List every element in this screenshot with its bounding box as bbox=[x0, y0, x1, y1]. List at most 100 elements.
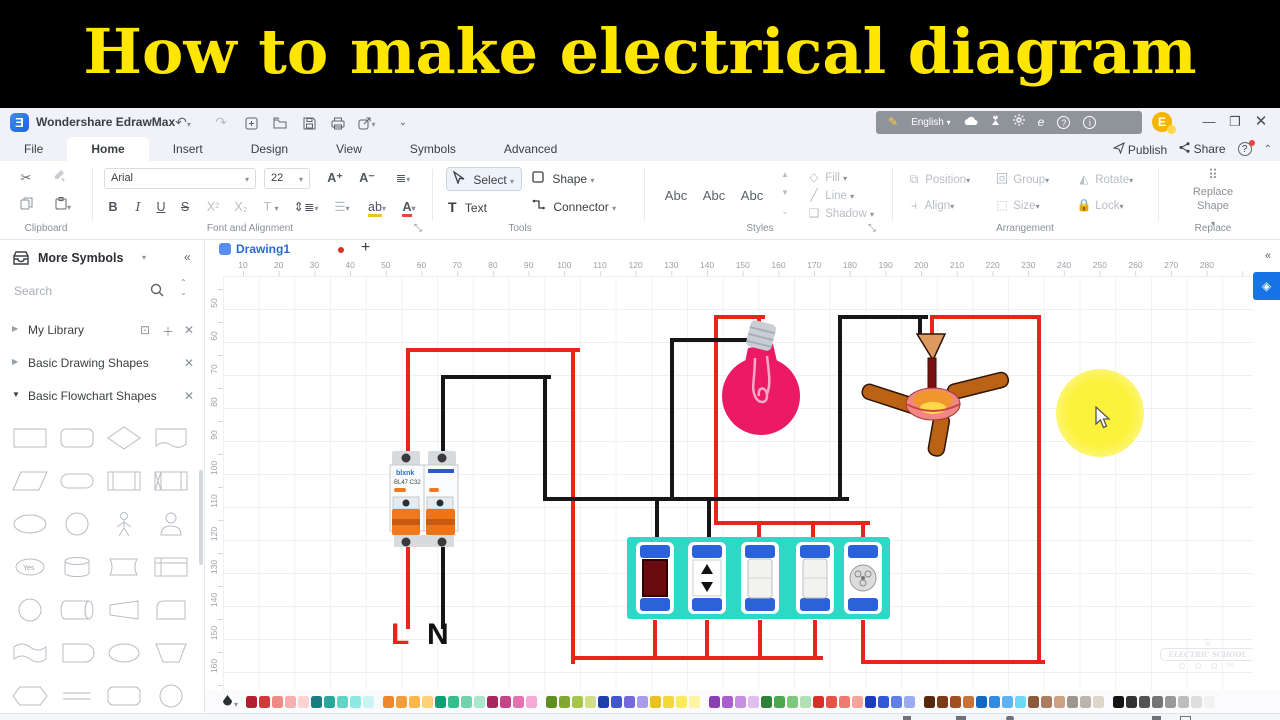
new-tab-button[interactable]: + bbox=[361, 240, 370, 257]
symbol-lines[interactable] bbox=[53, 674, 100, 712]
style-preset[interactable]: Abc bbox=[660, 185, 692, 207]
undo-button[interactable]: ↶▾ bbox=[172, 112, 194, 133]
superscript-button[interactable]: X² bbox=[202, 197, 224, 217]
color-swatch[interactable] bbox=[774, 695, 786, 708]
toolbar-customize-button[interactable]: ⌄ bbox=[392, 112, 414, 133]
search-prev-icon[interactable]: ⌃ bbox=[180, 278, 187, 287]
subscript-button[interactable]: X₂ bbox=[230, 197, 252, 217]
symbol-round-right[interactable] bbox=[53, 631, 100, 674]
menu-home[interactable]: Home bbox=[67, 137, 149, 161]
symbol-curved[interactable] bbox=[100, 545, 147, 588]
more-symbols-dropdown-icon[interactable]: ▾ bbox=[142, 253, 146, 262]
close-button[interactable]: ✕ bbox=[1248, 114, 1274, 132]
color-swatch[interactable] bbox=[950, 695, 962, 708]
symbol-trapezoid[interactable] bbox=[100, 588, 147, 631]
color-swatch[interactable] bbox=[526, 695, 538, 708]
ribbon-help-icon[interactable]: ? bbox=[1237, 140, 1255, 156]
color-swatch[interactable] bbox=[324, 695, 336, 708]
live-wire-segment[interactable] bbox=[571, 656, 823, 660]
styles-up-icon[interactable]: ▲ bbox=[778, 165, 792, 185]
import-library-icon[interactable]: ⊡ bbox=[140, 323, 150, 337]
color-swatch[interactable] bbox=[1015, 695, 1027, 708]
neutral-wire-segment[interactable] bbox=[838, 315, 842, 501]
color-swatch[interactable] bbox=[637, 695, 649, 708]
color-swatch[interactable] bbox=[383, 695, 395, 708]
font-color-button[interactable]: A▾ bbox=[396, 197, 422, 217]
color-swatch[interactable] bbox=[963, 695, 975, 708]
symbol-person[interactable] bbox=[100, 502, 147, 545]
size-button[interactable]: ⬚ Size▾ bbox=[994, 195, 1039, 217]
menu-design[interactable]: Design bbox=[227, 137, 312, 161]
text-tool[interactable]: T Text bbox=[448, 195, 508, 219]
color-swatch[interactable] bbox=[1113, 695, 1125, 708]
symbol-wave[interactable] bbox=[6, 631, 53, 674]
color-swatch[interactable] bbox=[1152, 695, 1164, 708]
color-swatch[interactable] bbox=[1165, 695, 1177, 708]
live-wire-segment[interactable] bbox=[813, 620, 817, 660]
color-swatch[interactable] bbox=[448, 695, 460, 708]
color-swatch[interactable] bbox=[1028, 695, 1040, 708]
close-section-icon[interactable]: ✕ bbox=[184, 356, 194, 370]
strikethrough-button[interactable]: S bbox=[176, 197, 194, 217]
menu-symbols[interactable]: Symbols bbox=[386, 137, 480, 161]
collapse-sidebar-icon[interactable]: « bbox=[184, 250, 191, 264]
document-tab[interactable]: Drawing1 bbox=[236, 242, 290, 256]
close-library-icon[interactable]: ✕ bbox=[184, 323, 194, 337]
align-text-icon[interactable]: ≣▾ bbox=[388, 168, 418, 188]
live-wire-segment[interactable] bbox=[653, 620, 657, 660]
live-wire-segment[interactable] bbox=[758, 620, 762, 660]
color-swatch[interactable] bbox=[1080, 695, 1092, 708]
connector-tool[interactable]: Connector ▾ bbox=[532, 195, 628, 219]
new-document-button[interactable] bbox=[240, 112, 262, 133]
color-swatch[interactable] bbox=[813, 695, 825, 708]
sidebar-scrollbar[interactable] bbox=[199, 470, 203, 565]
align-button[interactable]: ⫞ Align▾ bbox=[906, 195, 954, 217]
color-swatch[interactable] bbox=[350, 695, 362, 708]
search-next-icon[interactable]: ⌄ bbox=[180, 288, 187, 297]
light-bulb[interactable] bbox=[715, 318, 807, 436]
help-icon[interactable]: ? bbox=[1057, 116, 1071, 129]
neutral-wire-segment[interactable] bbox=[441, 375, 551, 379]
sidebar-section-my-library[interactable]: ▶ My Library ⊡ ＋ ✕ bbox=[0, 316, 204, 346]
menu-file[interactable]: File bbox=[0, 137, 67, 161]
symbol-user[interactable] bbox=[147, 502, 194, 545]
styles-down-icon[interactable]: ▼ bbox=[778, 183, 792, 203]
symbol-circle[interactable] bbox=[147, 674, 194, 712]
symbol-document[interactable] bbox=[147, 416, 194, 459]
color-swatch[interactable] bbox=[1041, 695, 1053, 708]
color-swatch[interactable] bbox=[1204, 695, 1216, 708]
color-swatch[interactable] bbox=[246, 695, 258, 708]
select-tool[interactable]: Select ▾ bbox=[446, 167, 522, 191]
color-swatch[interactable] bbox=[259, 695, 271, 708]
color-swatch[interactable] bbox=[1178, 695, 1190, 708]
collapse-panel-icon[interactable]: « bbox=[1265, 250, 1271, 262]
style-preset[interactable]: Abc bbox=[698, 185, 730, 207]
publish-button[interactable]: Publish bbox=[1112, 141, 1167, 157]
neutral-wire-segment[interactable] bbox=[543, 375, 547, 501]
live-wire-segment[interactable] bbox=[406, 545, 410, 629]
italic-button[interactable]: I bbox=[130, 197, 146, 217]
color-swatch[interactable] bbox=[839, 695, 851, 708]
color-swatch[interactable] bbox=[585, 695, 597, 708]
live-wire-segment[interactable] bbox=[406, 348, 580, 352]
color-swatch[interactable] bbox=[611, 695, 623, 708]
symbol-h-cylinder[interactable] bbox=[53, 588, 100, 631]
symbol-round-rect[interactable] bbox=[53, 416, 100, 459]
symbol-rect[interactable] bbox=[6, 416, 53, 459]
sidebar-section-basic-flowchart[interactable]: ▼ Basic Flowchart Shapes ✕ bbox=[0, 382, 204, 412]
style-preset[interactable]: Abc bbox=[736, 185, 768, 207]
neutral-wire-segment[interactable] bbox=[838, 315, 928, 319]
color-swatch[interactable] bbox=[748, 695, 760, 708]
symbol-circle[interactable] bbox=[6, 588, 53, 631]
color-swatch[interactable] bbox=[1067, 695, 1079, 708]
paste-icon[interactable]: ▾ bbox=[48, 195, 78, 217]
symbol-yes-oval[interactable]: Yes bbox=[6, 545, 53, 588]
color-swatch[interactable] bbox=[298, 695, 310, 708]
add-library-icon[interactable]: ＋ bbox=[162, 323, 174, 340]
color-swatch[interactable] bbox=[878, 695, 890, 708]
live-wire-segment[interactable] bbox=[861, 620, 865, 664]
format-panel-button[interactable]: ◈ bbox=[1253, 272, 1280, 300]
color-swatch[interactable] bbox=[422, 695, 434, 708]
symbol-diamond[interactable] bbox=[100, 416, 147, 459]
share-button[interactable]: Share bbox=[1179, 142, 1226, 156]
